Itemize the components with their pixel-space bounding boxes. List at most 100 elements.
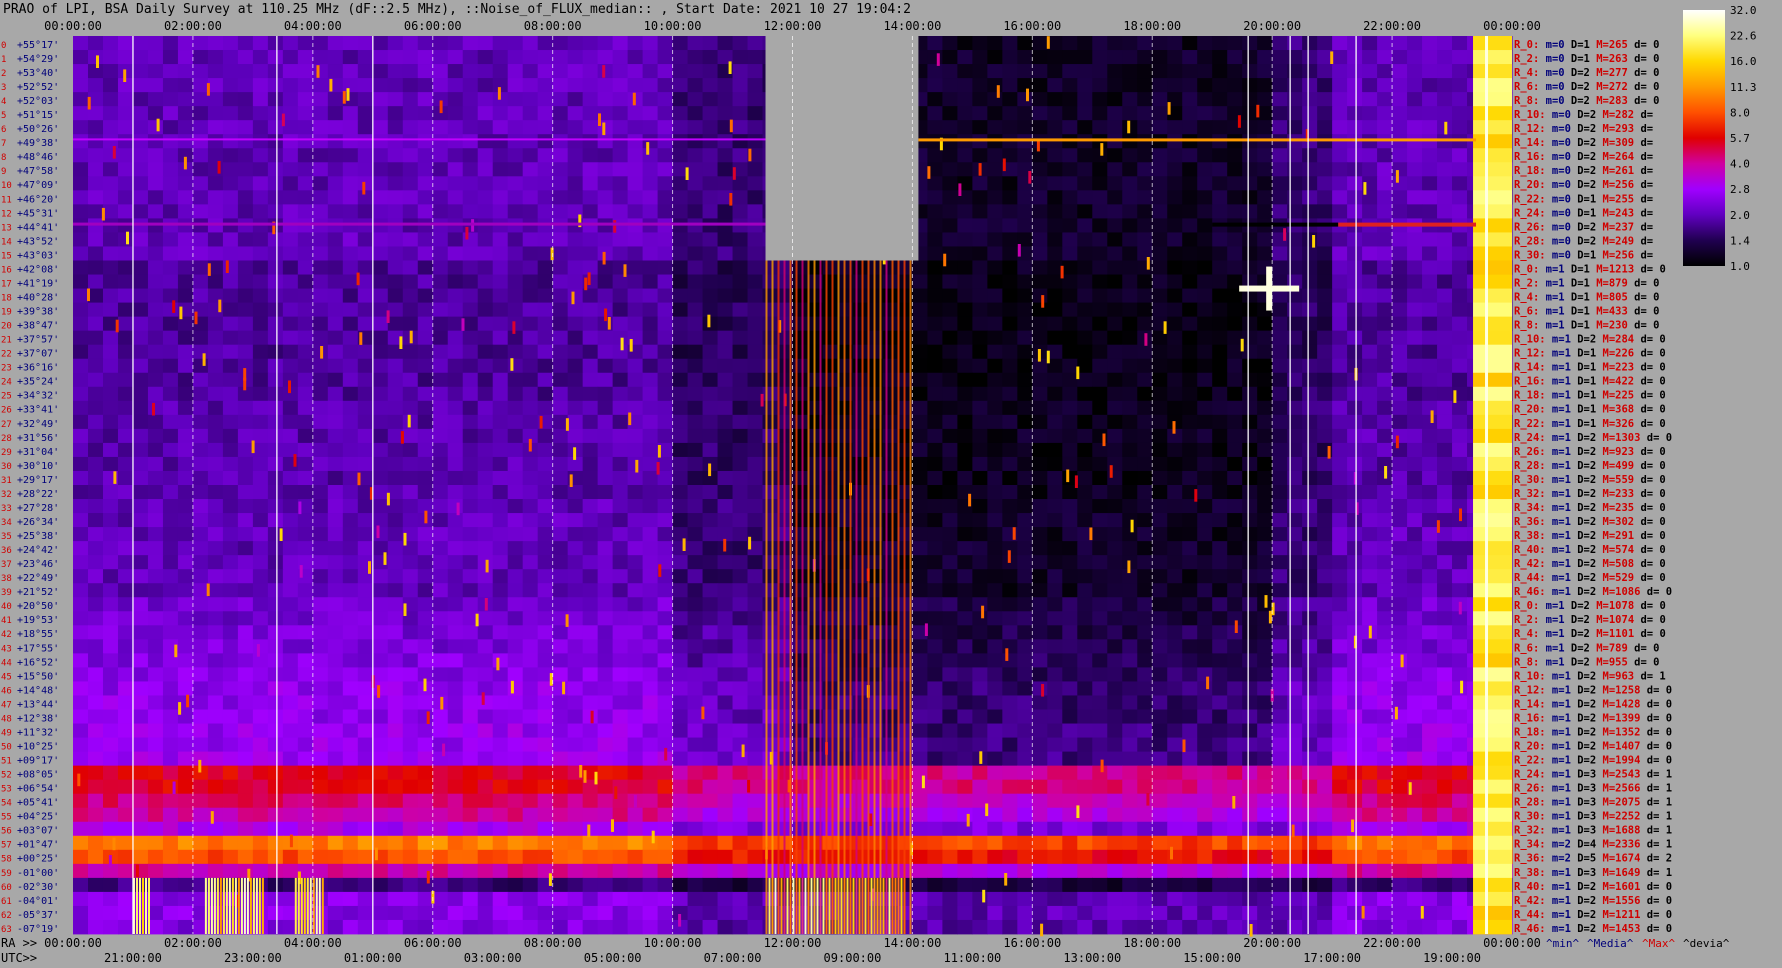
heatmap-cell (1122, 751, 1138, 767)
heatmap-cell (1047, 485, 1063, 500)
heatmap-cell (1107, 653, 1123, 668)
heatmap-cell (612, 246, 629, 261)
heatmap-cell (507, 428, 524, 444)
heatmap-cell (312, 64, 329, 79)
heatmap-cell (1362, 204, 1378, 219)
heatmap-cell (507, 204, 524, 219)
heatmap-cell (927, 611, 943, 626)
heatmap-cell (1257, 513, 1273, 528)
heatmap-cell (1377, 50, 1393, 65)
heatmap-cell (447, 302, 464, 318)
heatmap-cell (927, 218, 943, 233)
heatmap-cell (672, 274, 689, 289)
heatmap-cell (582, 64, 599, 79)
heatmap-cell (1107, 400, 1123, 416)
heatmap-cell (1302, 246, 1318, 261)
heatmap-cell (792, 400, 809, 416)
heatmap-cell (312, 36, 329, 51)
heatmap-cell (1422, 386, 1438, 402)
heatmap-cell (537, 176, 554, 191)
heatmap-cell (1092, 751, 1108, 767)
heatmap-cell (1392, 288, 1408, 303)
heatmap-cell (1347, 260, 1363, 275)
heatmap-cell (342, 653, 359, 668)
heatmap-cell (507, 470, 524, 486)
heatmap-cell (972, 204, 988, 219)
heatmap-cell (132, 653, 149, 668)
heatmap-cell (717, 176, 734, 191)
heatmap-cell (87, 569, 104, 584)
heatmap-cell (1392, 569, 1408, 584)
heatmap-cell (537, 64, 554, 79)
heatmap-cell (732, 456, 749, 472)
heatmap-cell (1377, 667, 1393, 682)
heatmap-cell (762, 274, 779, 289)
heatmap-cell (852, 667, 869, 682)
heatmap-cell (132, 555, 149, 570)
heatmap-cell (267, 695, 284, 710)
heatmap-cell (222, 541, 239, 556)
heatmap-cell (1062, 330, 1078, 346)
heatmap-cell (567, 499, 584, 514)
heatmap-cell (357, 569, 374, 584)
heatmap-cell (1377, 681, 1393, 696)
heatmap-cell (192, 190, 209, 205)
heatmap-cell (237, 148, 254, 163)
heatmap-cell (1167, 386, 1183, 402)
heatmap-cell (642, 653, 659, 668)
heatmap-cell (597, 667, 614, 682)
heatmap-cell (507, 120, 524, 135)
heatmap-cell (222, 372, 239, 388)
heatmap-cell (552, 597, 569, 612)
heatmap-cell (972, 737, 988, 752)
heatmap-cell (612, 330, 629, 346)
heatmap-cell (87, 414, 104, 430)
heatmap-cell (717, 92, 734, 107)
heatmap-cell (507, 134, 524, 149)
heatmap-cell (447, 527, 464, 542)
heatmap-cell (1347, 485, 1363, 500)
heatmap-cell (1077, 78, 1093, 93)
heatmap-cell (492, 302, 509, 318)
heatmap-cell (492, 64, 509, 79)
heatmap-cell (1182, 372, 1198, 388)
heatmap-cell (417, 372, 434, 388)
heatmap-cell (1257, 527, 1273, 542)
heatmap-cell (1242, 485, 1258, 500)
heatmap-cell (1227, 358, 1243, 374)
heatmap-cell (1062, 527, 1078, 542)
heatmap-cell (162, 260, 179, 275)
heatmap-cell (327, 302, 344, 318)
heatmap-cell (132, 611, 149, 626)
heatmap-cell (1032, 274, 1048, 289)
heatmap-cell (747, 653, 764, 668)
heatmap-cell (942, 218, 958, 233)
heatmap-cell (1197, 513, 1213, 528)
heatmap-cell (417, 316, 434, 332)
heatmap-cell (1347, 330, 1363, 346)
heatmap-cell (1182, 527, 1198, 542)
heatmap-cell (282, 428, 299, 444)
heatmap-cell (822, 470, 839, 486)
heatmap-cell (597, 134, 614, 149)
heatmap-cell (1272, 176, 1288, 191)
heatmap-cell (267, 597, 284, 612)
heatmap-cell (1167, 288, 1183, 303)
heatmap-cell (1137, 639, 1153, 654)
heatmap-cell (822, 569, 839, 584)
heatmap-cell (1167, 400, 1183, 416)
heatmap-cell (1272, 204, 1288, 219)
heatmap-cell (1452, 148, 1468, 163)
heatmap-cell (567, 639, 584, 654)
heatmap-cell (747, 190, 764, 205)
heatmap-cell (402, 176, 419, 191)
heatmap-cell (597, 50, 614, 65)
heatmap-cell (687, 78, 704, 93)
heatmap-cell (702, 120, 719, 135)
heatmap-cell (1437, 667, 1453, 682)
heatmap-cell (1407, 456, 1423, 472)
heatmap-cell (957, 372, 973, 388)
heatmap-cell (702, 583, 719, 598)
heatmap-cell (1092, 428, 1108, 444)
heatmap-cell (147, 681, 164, 696)
